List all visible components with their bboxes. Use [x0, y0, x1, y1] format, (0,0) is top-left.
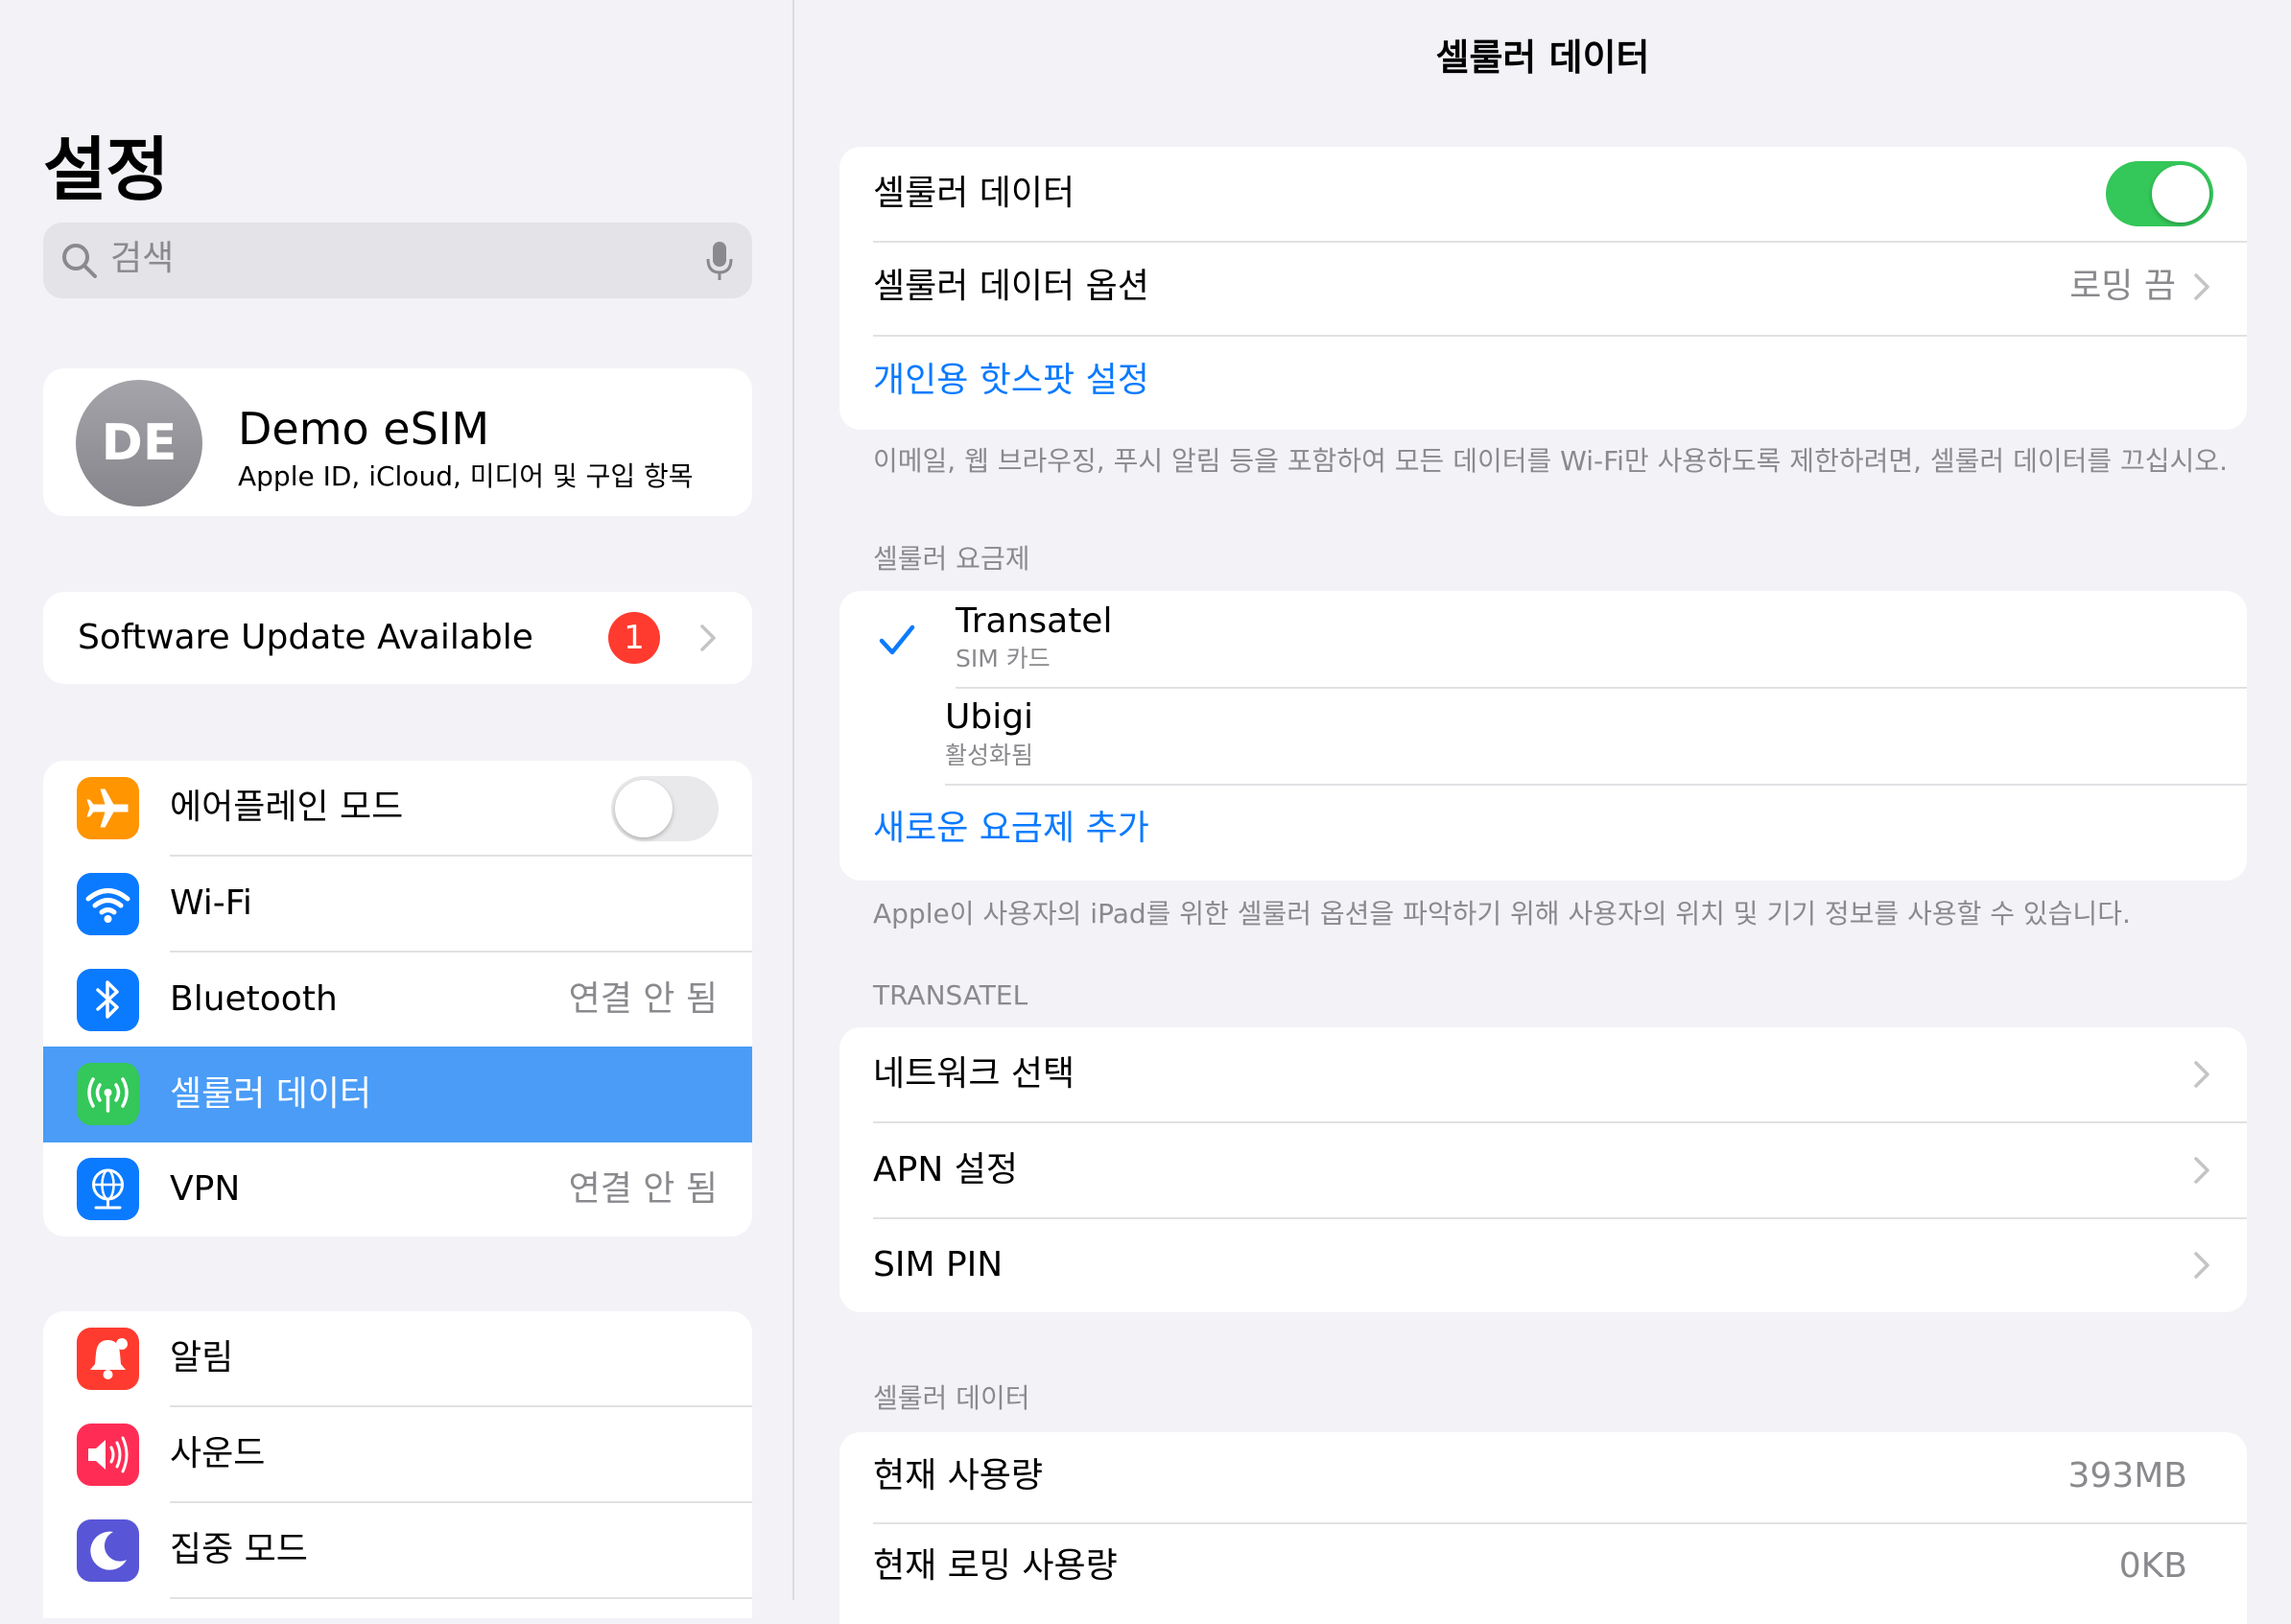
airplane-icon — [86, 788, 129, 828]
speaker-icon — [88, 1436, 129, 1473]
cellular-plans-card: Transatel SIM 카드 Ubigi 활성화됨 새로운 요금제 추가 — [839, 591, 2247, 881]
bluetooth-status: 연결 안 됨 — [568, 979, 718, 1019]
sim-pin-label: SIM PIN — [873, 1245, 1004, 1284]
profile-name: Demo eSIM — [238, 403, 490, 455]
microphone-icon[interactable] — [704, 240, 735, 282]
sidebar-item-label: Bluetooth — [170, 979, 338, 1019]
apn-settings-label: APN 설정 — [873, 1150, 1018, 1189]
sidebar-item-focus[interactable]: 집중 모드 — [43, 1503, 752, 1598]
profile-subtitle: Apple ID, iCloud, 미디어 및 구입 항목 — [238, 460, 694, 492]
plans-footnote: Apple이 사용자의 iPad를 위한 셀룰러 옵션을 파악하기 위해 사용자… — [873, 898, 2131, 930]
airplane-mode-toggle[interactable] — [611, 776, 719, 841]
apple-id-card[interactable]: DE Demo eSIM Apple ID, iCloud, 미디어 및 구입 … — [43, 368, 752, 516]
sidebar-item-label: 집중 모드 — [170, 1530, 308, 1569]
transatel-card: 네트워크 선택 APN 설정 SIM PIN — [839, 1027, 2247, 1312]
bell-icon — [90, 1338, 128, 1379]
add-plan-row[interactable]: 새로운 요금제 추가 — [839, 786, 2247, 881]
cellular-data-card: 셀룰러 데이터 셀룰러 데이터 옵션 로밍 끔 개인용 핫스팟 설정 — [839, 147, 2247, 430]
sidebar-item-bluetooth[interactable]: Bluetooth 연결 안 됨 — [43, 953, 752, 1047]
sidebar-item-label: 셀룰러 데이터 — [170, 1074, 372, 1114]
current-usage-label: 현재 사용량 — [873, 1456, 1044, 1495]
sidebar-item-label: Wi-Fi — [170, 883, 252, 923]
section-header-transatel: TRANSATEL — [873, 979, 1028, 1011]
sidebar-item-label: 사운드 — [170, 1434, 266, 1473]
chevron-right-icon — [2194, 1061, 2209, 1088]
network-selection-row[interactable]: 네트워크 선택 — [839, 1027, 2247, 1121]
plan-name: Transatel — [956, 601, 1113, 641]
plan-subtitle: SIM 카드 — [956, 645, 1051, 672]
nav-title: 셀룰러 데이터 — [1435, 36, 1650, 79]
checkmark-icon — [879, 624, 915, 655]
current-usage-value: 393MB — [2067, 1456, 2187, 1495]
section-header-usage: 셀룰러 데이터 — [873, 1382, 1030, 1414]
chevron-right-icon — [2194, 1157, 2209, 1184]
sidebar-item-vpn[interactable]: VPN 연결 안 됨 — [43, 1142, 752, 1236]
moon-icon — [90, 1531, 127, 1570]
globe-icon — [92, 1168, 124, 1210]
chevron-right-icon — [700, 624, 716, 651]
search-field[interactable]: 검색 — [43, 223, 752, 298]
cellular-data-options-row[interactable]: 셀룰러 데이터 옵션 로밍 끔 — [839, 243, 2247, 335]
settings-sidebar: 설정 검색 DE Demo eSIM Apple ID, iCloud, 미디어… — [0, 0, 794, 1618]
bluetooth-icon — [96, 980, 119, 1019]
sidebar-item-wifi[interactable]: Wi-Fi — [43, 857, 752, 952]
roaming-usage-label: 현재 로밍 사용량 — [873, 1546, 1118, 1586]
chevron-right-icon — [2194, 273, 2209, 300]
current-usage-row: 현재 사용량 393MB — [839, 1432, 2247, 1522]
software-update-row[interactable]: Software Update Available 1 — [43, 592, 752, 684]
update-badge-count: 1 — [624, 619, 645, 657]
avatar: DE — [76, 380, 202, 506]
notifications-group: 알림 사운드 집중 모드 — [43, 1311, 752, 1618]
cellular-data-label: 셀룰러 데이터 — [873, 174, 1075, 213]
wifi-icon — [85, 888, 130, 923]
plan-subtitle: 활성화됨 — [945, 741, 1034, 769]
sidebar-item-label: VPN — [170, 1169, 241, 1209]
sim-pin-row[interactable]: SIM PIN — [839, 1219, 2247, 1312]
chevron-right-icon — [2194, 1252, 2209, 1279]
software-update-label: Software Update Available — [78, 618, 533, 657]
sidebar-item-cellular-data[interactable]: 셀룰러 데이터 — [43, 1047, 752, 1142]
plan-name: Ubigi — [945, 697, 1034, 737]
update-badge: 1 — [608, 612, 660, 664]
avatar-initials: DE — [101, 414, 177, 472]
search-icon — [62, 244, 97, 278]
personal-hotspot-link[interactable]: 개인용 핫스팟 설정 — [873, 360, 1149, 402]
cellular-data-row: 셀룰러 데이터 — [839, 147, 2247, 241]
personal-hotspot-row[interactable]: 개인용 핫스팟 설정 — [839, 337, 2247, 430]
sidebar-item-notifications[interactable]: 알림 — [43, 1311, 752, 1406]
cellular-data-options-label: 셀룰러 데이터 옵션 — [873, 267, 1149, 306]
cellular-data-toggle[interactable] — [2106, 161, 2213, 226]
sidebar-item-label: 알림 — [170, 1338, 234, 1377]
page-title: 설정 — [43, 129, 169, 210]
roaming-usage-value: 0KB — [2118, 1546, 2187, 1586]
roaming-usage-row: 현재 로밍 사용량 0KB — [839, 1524, 2247, 1614]
cellular-footnote: 이메일, 웹 브라우징, 푸시 알림 등을 포함하여 모든 데이터를 Wi-Fi… — [873, 445, 2228, 477]
sidebar-item-airplane-mode[interactable]: 에어플레인 모드 — [43, 761, 752, 856]
plan-row-transatel[interactable]: Transatel SIM 카드 — [839, 591, 2247, 687]
section-header-plans: 셀룰러 요금제 — [873, 543, 1030, 575]
connectivity-group: 에어플레인 모드 Wi-Fi Bluetooth 연결 안 됨 셀룰러 데이터 … — [43, 761, 752, 1236]
roaming-status: 로밍 끔 — [2069, 267, 2176, 306]
apn-settings-row[interactable]: APN 설정 — [839, 1123, 2247, 1217]
vpn-status: 연결 안 됨 — [568, 1169, 718, 1209]
usage-card: 현재 사용량 393MB 현재 로밍 사용량 0KB — [839, 1432, 2247, 1624]
network-selection-label: 네트워크 선택 — [873, 1054, 1075, 1094]
add-plan-link[interactable]: 새로운 요금제 추가 — [873, 808, 1149, 850]
plan-row-ubigi[interactable]: Ubigi 활성화됨 — [839, 689, 2247, 784]
sidebar-item-sounds[interactable]: 사운드 — [43, 1407, 752, 1502]
sidebar-item-label: 에어플레인 모드 — [170, 788, 404, 827]
search-input[interactable]: 검색 — [110, 238, 174, 280]
cellular-icon — [87, 1077, 129, 1113]
